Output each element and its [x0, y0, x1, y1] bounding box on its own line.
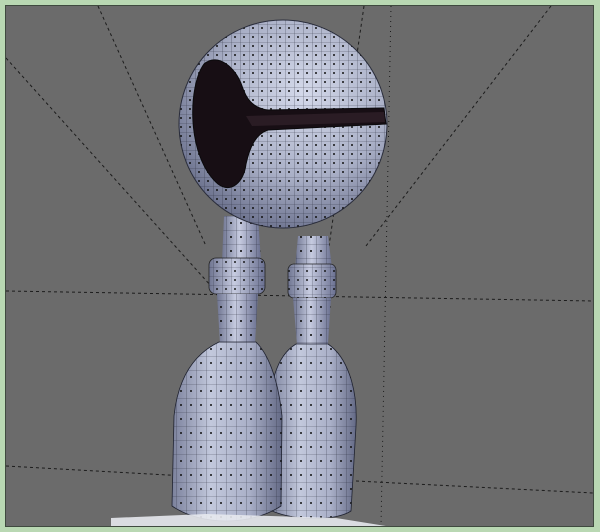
- floor-plane: [111, 514, 386, 526]
- viewport-frame: [0, 0, 600, 532]
- 3d-viewport[interactable]: [5, 5, 594, 527]
- scene-canvas[interactable]: [6, 6, 593, 526]
- guide-line: [355, 480, 593, 494]
- guide-line: [6, 465, 187, 477]
- guide-line: [380, 6, 392, 526]
- guide-line: [365, 6, 552, 247]
- robot-head[interactable]: [178, 19, 388, 229]
- robot-leg-left[interactable]: [171, 216, 283, 522]
- robot-leg-right[interactable]: [269, 236, 357, 519]
- guide-line: [6, 57, 212, 287]
